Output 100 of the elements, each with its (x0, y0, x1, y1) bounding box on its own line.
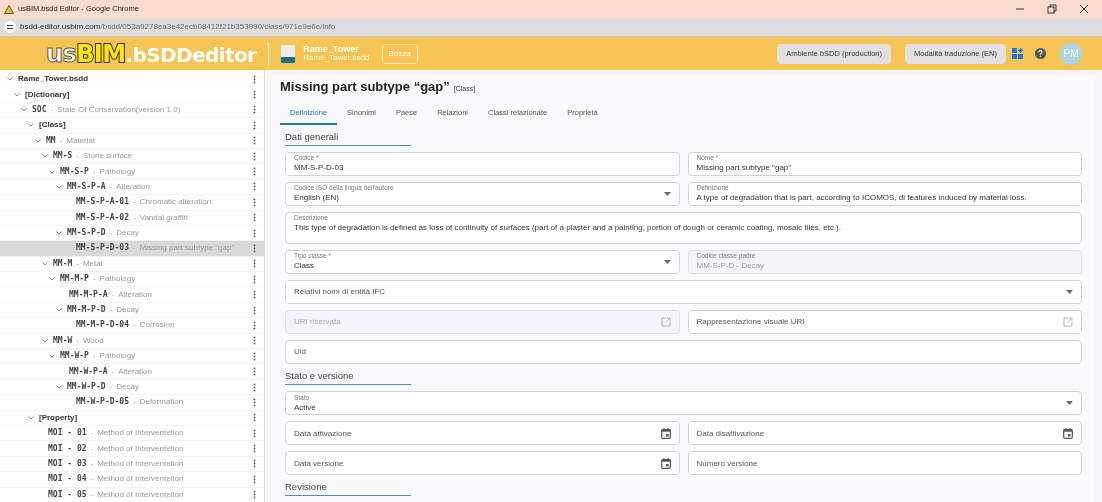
field-value: Class (294, 260, 315, 272)
help-icon[interactable] (1035, 48, 1046, 59)
chevron-icon[interactable] (20, 105, 28, 114)
tree-item-code: MM-S-P (60, 165, 89, 178)
more-icon[interactable] (253, 182, 256, 192)
chevron-icon[interactable] (41, 259, 49, 268)
tree-item-name: Material (66, 134, 95, 147)
input-field[interactable]: Numero versione (687, 451, 1082, 475)
chevron-icon[interactable] (48, 167, 56, 176)
tree-item-separator: - (133, 196, 136, 209)
tree-item-name: Deformation (139, 396, 184, 409)
input-field[interactable]: Data disattivazione (687, 421, 1082, 445)
more-icon[interactable] (253, 244, 256, 253)
more-icon[interactable] (253, 320, 256, 330)
more-icon[interactable] (253, 474, 256, 484)
calendar-icon[interactable] (660, 457, 671, 469)
input-field[interactable]: Uid (285, 339, 1082, 364)
more-icon[interactable] (253, 105, 256, 115)
input-field[interactable]: Rappresentazione visuale URI (687, 309, 1082, 334)
tree-item[interactable]: MM-S-P - Pathology (0, 164, 264, 180)
tree-item[interactable]: [Dictionary] (0, 87, 264, 103)
tree-item-code: MM-M-P (60, 273, 89, 286)
chevron-icon[interactable] (27, 413, 35, 422)
site-settings-icon[interactable] (4, 21, 16, 33)
tree-item[interactable]: MOI - 04 - Method of Interventetion (0, 472, 264, 488)
tree-item-code: MM-W-P (60, 350, 89, 363)
field-placeholder: Rappresentazione visuale URI (696, 316, 806, 328)
more-icon[interactable] (253, 490, 256, 500)
tree-item-code: MM-W (53, 334, 73, 347)
more-icon[interactable] (253, 444, 256, 454)
tree-item[interactable]: MM-W-P-D-05 - Deformation (0, 395, 264, 411)
more-icon[interactable] (253, 382, 256, 392)
more-icon[interactable] (253, 413, 256, 423)
field-value: MM-S-P-D - Decay (696, 260, 766, 272)
more-icon[interactable] (253, 90, 256, 100)
chevron-icon[interactable] (55, 383, 63, 391)
more-icon[interactable] (253, 336, 256, 346)
calendar-icon[interactable] (1063, 427, 1073, 439)
tree-item-separator: - (90, 427, 94, 440)
tree-item[interactable]: MOI - 02 - Method of Interventetion (0, 441, 264, 457)
chevron-icon[interactable] (13, 90, 21, 99)
field-placeholder: Uid (294, 346, 307, 358)
tree-item[interactable]: MM-W-P - Pathology (0, 349, 264, 365)
more-icon[interactable] (253, 120, 256, 130)
tree-item[interactable]: [Class] (0, 118, 264, 134)
tree-item-separator: - (50, 103, 54, 116)
section-title: Stato e versione (285, 368, 411, 385)
more-icon[interactable] (253, 459, 256, 469)
more-icon[interactable] (253, 197, 256, 207)
apps-icon[interactable] (1012, 48, 1023, 59)
tree-item-code: SOC (32, 103, 47, 116)
tree-item[interactable]: MM-M-P-A - Alteration (0, 287, 264, 303)
more-icon[interactable] (253, 167, 256, 177)
more-icon[interactable] (253, 351, 256, 361)
more-icon[interactable] (253, 367, 256, 377)
more-icon[interactable] (253, 397, 256, 407)
input-field[interactable]: Data attivazione (285, 421, 680, 445)
tree-item[interactable]: MM-M-P-D-04 - Corrosion (0, 318, 264, 334)
more-icon[interactable] (253, 259, 256, 269)
more-icon[interactable] (253, 290, 256, 300)
more-icon[interactable] (253, 228, 256, 238)
more-icon[interactable] (253, 428, 256, 438)
dropdown-icon[interactable] (663, 191, 671, 196)
tree-item-name: Method of Interventetion (97, 457, 184, 470)
input-field[interactable]: Data versione (285, 451, 680, 475)
tree-item[interactable]: MM-W-P-A - Alteration (0, 364, 264, 380)
more-icon[interactable] (253, 305, 256, 315)
tree-item-separator: - (90, 457, 94, 470)
tree-item-code: MOI - 01 (48, 427, 87, 440)
address-bar[interactable]: bsdd-editor.usbim.com/bsdd/053a9278ea3e42ecb08412f21b353990/class/971e9e6e/info (0, 18, 1102, 37)
more-icon[interactable] (253, 136, 256, 146)
dropdown-icon[interactable] (1066, 289, 1073, 294)
tree-item[interactable]: Rame_Tower.bsdd (0, 72, 264, 88)
more-icon[interactable] (253, 151, 256, 161)
project-name: Rame_Tower (303, 45, 360, 54)
tree-item[interactable]: MM-M-P - Pathology (0, 272, 264, 288)
tree-item-label: [Dictionary] (25, 88, 70, 101)
chevron-icon[interactable] (34, 136, 42, 145)
chevron-icon[interactable] (55, 182, 63, 191)
calendar-icon[interactable] (660, 427, 671, 439)
tree-item-separator: - (92, 165, 96, 178)
field-placeholder: Data versione (294, 457, 345, 469)
tree-item-code: MM-W-P-A (69, 365, 108, 378)
tree-item[interactable]: MM-S-P-A-01 - Chromatic alteration (0, 195, 264, 211)
chevron-icon[interactable] (41, 336, 49, 345)
tree-item-separator: - (109, 180, 113, 193)
more-icon[interactable] (253, 274, 256, 284)
tree-item-separator: - (92, 350, 96, 363)
dropdown-icon[interactable] (663, 259, 671, 264)
dropdown-icon[interactable] (1066, 401, 1073, 405)
tree-item-separator: - (111, 288, 115, 301)
tree-item-code: MM-S-P-A (67, 180, 106, 193)
tree-item-label: [Class] (39, 119, 66, 132)
url-text: bsdd-editor.usbim.com/bsdd/053a9278ea3e42ecb08412f21b353990/class/971e9e6e/info (20, 21, 336, 33)
more-icon[interactable] (253, 74, 256, 84)
tree-item-name: Decay (116, 227, 139, 240)
status-badge: Bozza (381, 43, 418, 64)
tree-item-code: MM-S-P-D-03 (76, 242, 129, 255)
more-icon[interactable] (253, 213, 256, 223)
input-field[interactable]: Relativi nomi di entità IFC (285, 279, 1082, 304)
